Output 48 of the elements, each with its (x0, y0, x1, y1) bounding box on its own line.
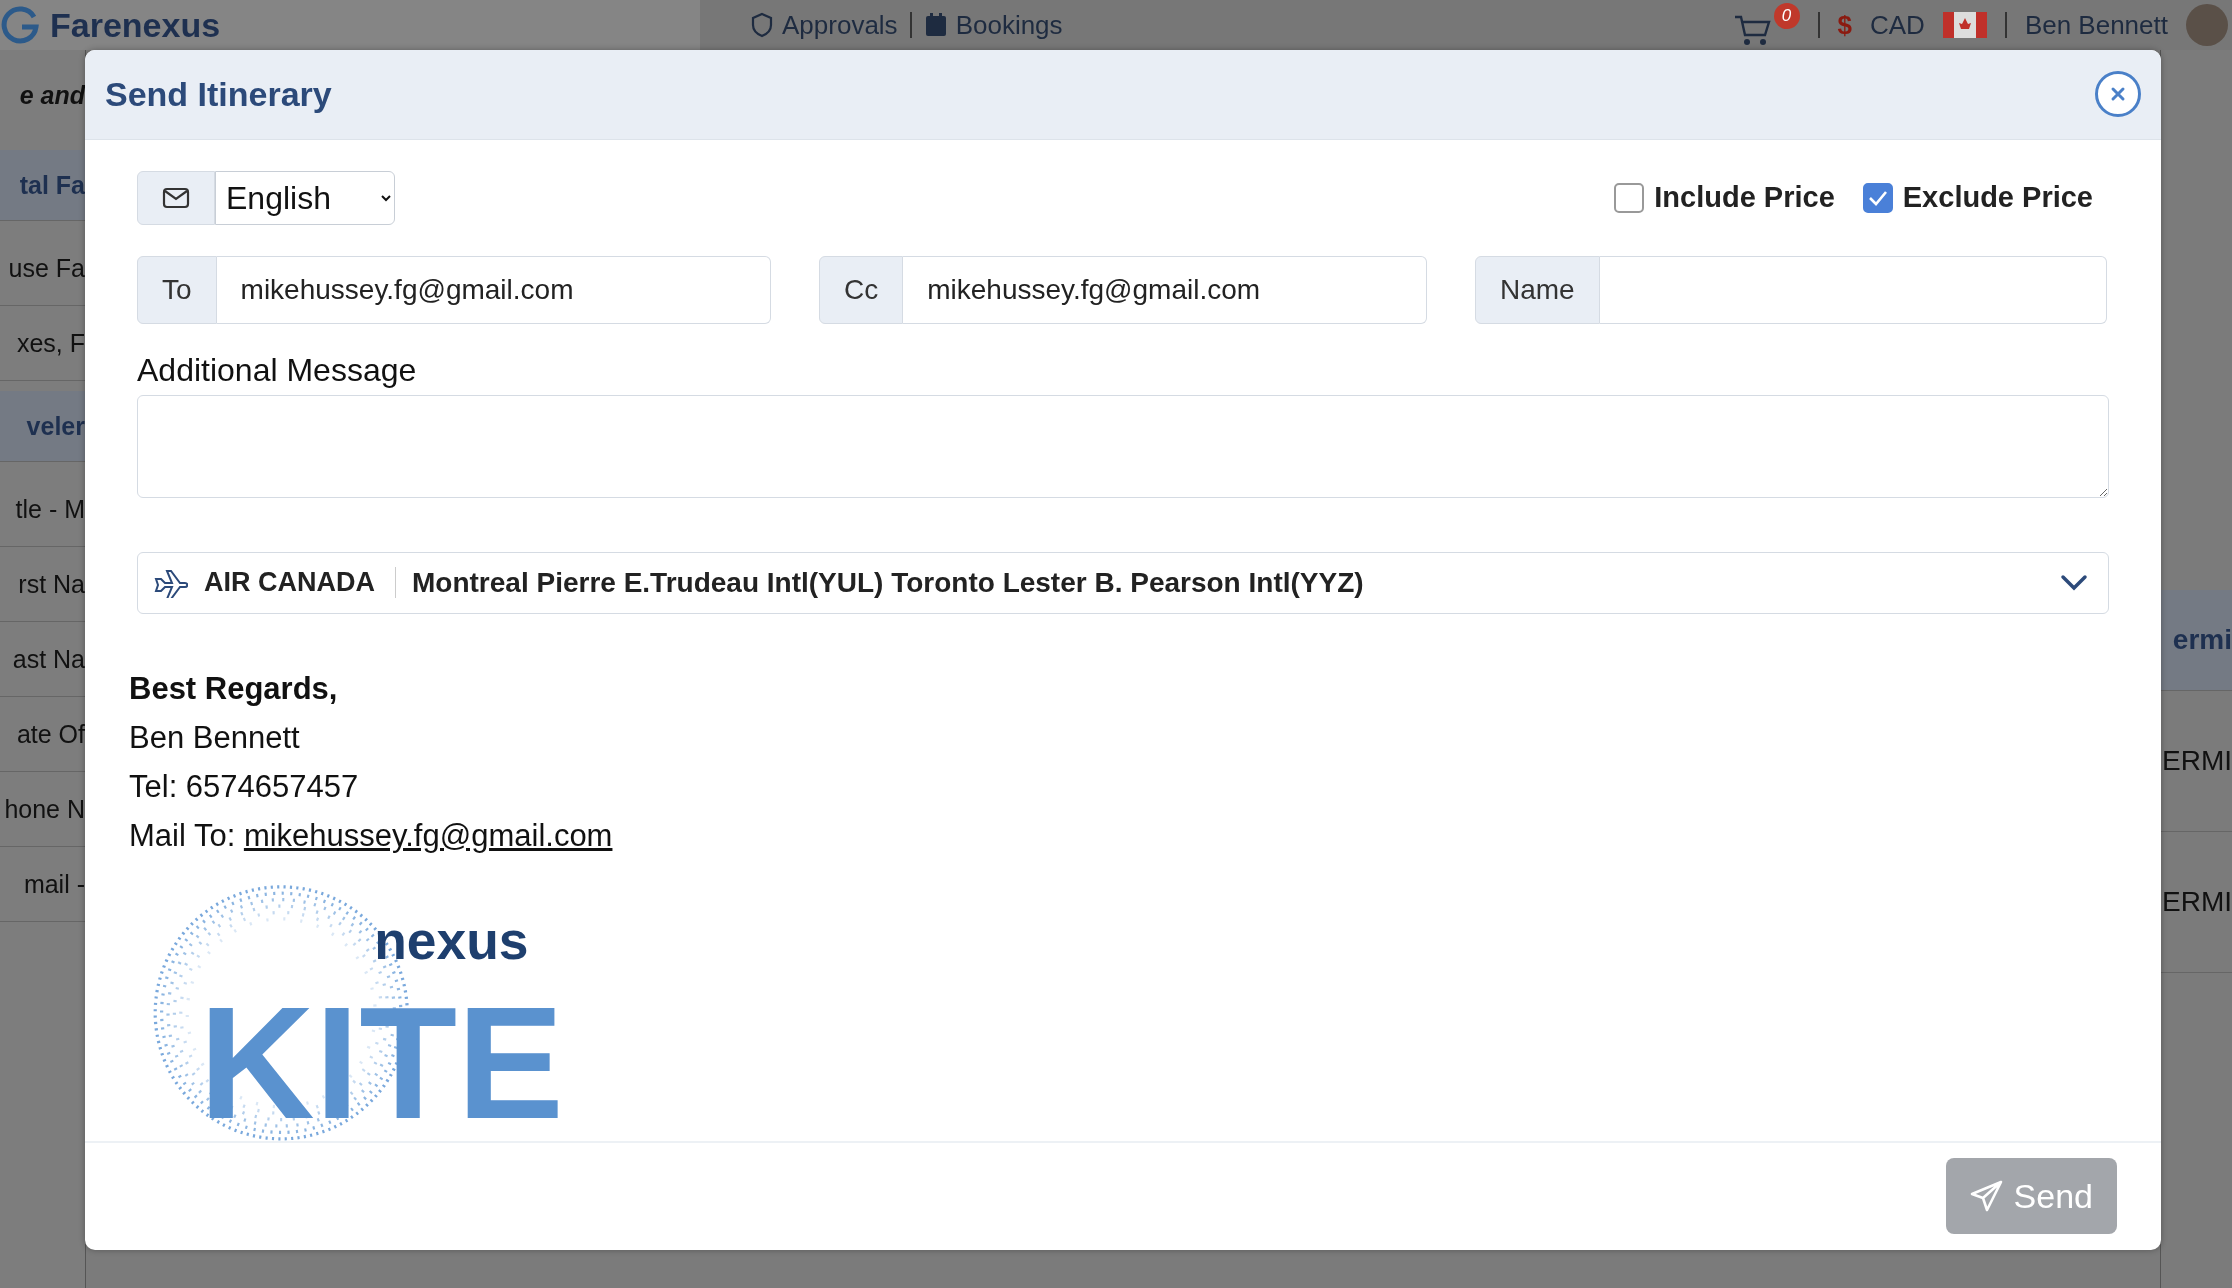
page-text: ermi (2172, 624, 2232, 656)
flag-icon (1942, 12, 1987, 38)
send-icon (1969, 1180, 2004, 1213)
page-text: ERMI (2162, 886, 2232, 918)
flight-row[interactable]: AIR CANADA Montreal Pierre E.Trudeau Intl(YUL) Toronto Lester B. Pearson Intl(YYZ) (137, 551, 2109, 614)
page-text: mail - (23, 869, 85, 899)
email-link[interactable]: mikehussey.fg@gmail.com (243, 817, 613, 853)
signature-name: Ben Bennett (129, 718, 301, 757)
page-text: rst Na (18, 569, 85, 599)
page-text: hone N (4, 794, 85, 824)
field-label: To (137, 255, 217, 324)
language-select[interactable]: English (215, 170, 395, 225)
signature-greeting: Best Regards, (129, 669, 339, 708)
page-text: e and (19, 80, 85, 110)
brand-name: Farenexus (50, 5, 221, 45)
email-field[interactable]: mikehussey.fg@gmail.com (216, 255, 771, 324)
message-field[interactable] (137, 394, 2109, 498)
avatar[interactable] (2186, 4, 2228, 46)
dialog-title: Send Itinerary (105, 74, 332, 114)
page-text: xes, F (16, 328, 85, 358)
close-button[interactable] (2095, 71, 2141, 118)
mail-label: Mail To: (129, 817, 236, 853)
checkbox[interactable] (1862, 182, 1893, 213)
shield-icon (750, 12, 774, 38)
page-text: veler (26, 411, 85, 441)
calendar-icon (923, 12, 948, 38)
message-label: Additional Message (137, 351, 418, 389)
signature-phone: Tel: 6574657457 (129, 767, 360, 806)
currency-symbol: $ (1837, 9, 1852, 41)
page-text: ate Of (16, 719, 85, 749)
checkbox[interactable] (1614, 182, 1645, 213)
field-label: Name (1475, 255, 1600, 324)
check-icon (1867, 189, 1888, 206)
plane-icon (154, 567, 188, 598)
price-option[interactable]: Exclude Price (1862, 181, 2093, 215)
page-text: ast Na (12, 644, 85, 674)
field-label: Cc (819, 255, 904, 324)
email-field[interactable]: mikehussey.fg@gmail.com (903, 255, 1427, 324)
name-field[interactable] (1599, 255, 2107, 324)
page-text: tle - M (15, 494, 85, 524)
page-text: ERMI (2162, 745, 2232, 777)
cart-count-badge: 0 (1773, 3, 1800, 29)
brand-logo-icon (0, 5, 40, 45)
page-text: tal Fa (19, 170, 85, 200)
page-text: use Fa (8, 253, 85, 283)
close-icon (2110, 86, 2126, 103)
envelope-icon (162, 186, 190, 209)
price-option[interactable]: Include Price (1614, 181, 1835, 215)
